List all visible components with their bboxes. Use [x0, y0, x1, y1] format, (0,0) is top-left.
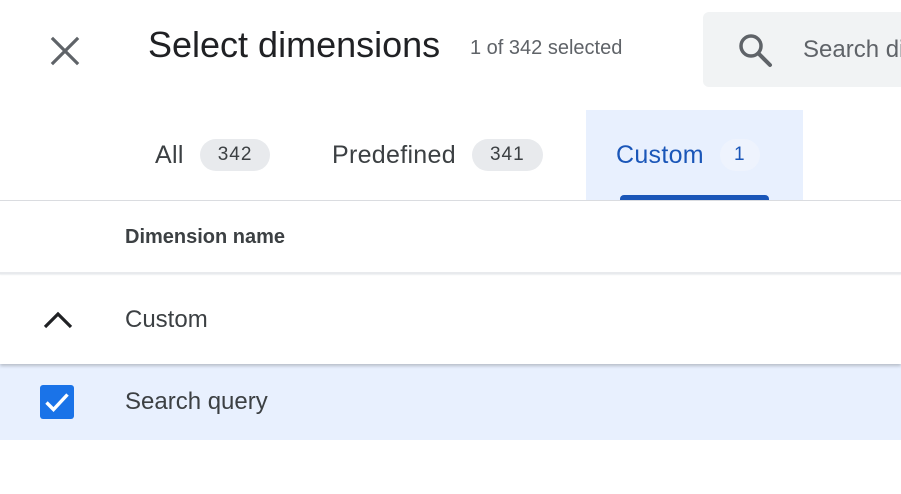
checkbox[interactable]: [40, 385, 74, 419]
group-label: Custom: [125, 306, 208, 333]
select-dimensions-dialog: Select dimensions 1 of 342 selected All …: [0, 0, 901, 494]
search-box[interactable]: [703, 12, 901, 87]
tab-count-badge: 342: [199, 139, 271, 171]
dimension-tabs: All 342 Predefined 341 Custom 1: [0, 110, 901, 200]
checkmark-icon: [45, 393, 69, 412]
tab-count-badge: 1: [719, 139, 760, 171]
group-row-custom[interactable]: Custom: [0, 276, 901, 364]
search-input[interactable]: [803, 35, 901, 64]
chevron-up-icon[interactable]: [38, 304, 78, 336]
tab-all[interactable]: All 342: [155, 110, 271, 200]
selection-count: 1 of 342 selected: [470, 37, 623, 59]
column-header-dimension-name: Dimension name: [125, 226, 286, 248]
close-icon: [50, 36, 80, 66]
tab-count-badge: 341: [471, 139, 543, 171]
search-icon: [737, 30, 773, 70]
item-label: Search query: [125, 388, 268, 415]
tab-label: Custom: [616, 140, 704, 169]
tab-predefined[interactable]: Predefined 341: [332, 110, 543, 200]
tab-label: Predefined: [332, 140, 456, 169]
divider: [0, 200, 901, 201]
tab-label: All: [155, 140, 184, 169]
tab-custom[interactable]: Custom 1: [586, 110, 803, 200]
page-title: Select dimensions: [148, 24, 441, 65]
close-button[interactable]: [40, 26, 90, 76]
divider: [0, 272, 901, 275]
list-item[interactable]: Search query: [0, 364, 901, 440]
